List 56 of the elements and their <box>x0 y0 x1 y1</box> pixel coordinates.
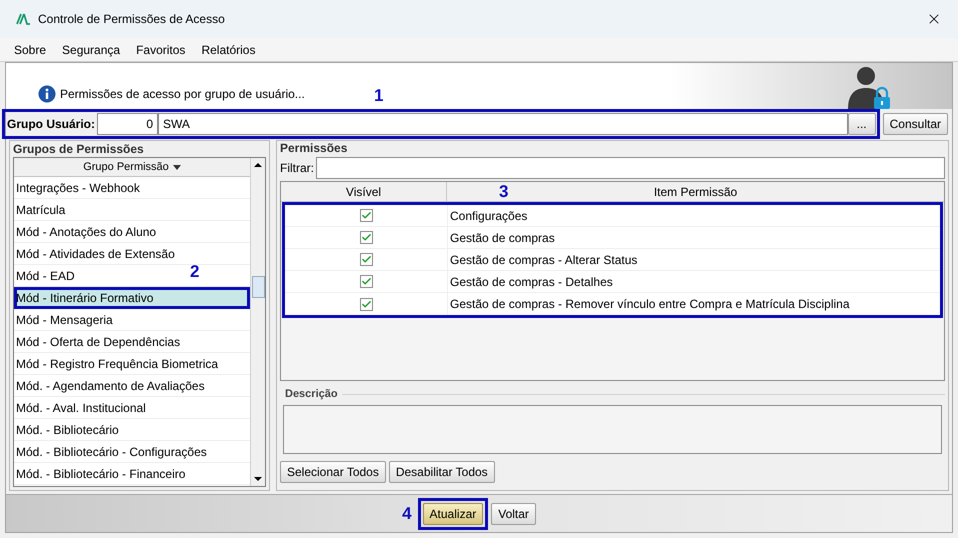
checkbox[interactable] <box>360 231 372 244</box>
table-cell-text: Configurações <box>449 208 528 224</box>
filter-label: Filtrar: <box>280 160 314 177</box>
table-cell-text: Gestão de compras <box>449 230 556 246</box>
scrollbar[interactable] <box>250 158 265 486</box>
column-header[interactable]: Item Permissão <box>654 182 738 200</box>
list-item[interactable]: Mód. - Bibliotecário - Financeiro <box>14 463 250 485</box>
field-label: Grupo Usuário: <box>7 116 96 133</box>
name-field[interactable]: SWA <box>158 113 848 135</box>
list-item[interactable]: Mód - Oferta de Dependências <box>14 331 250 353</box>
list-item[interactable]: Mód - Itinerário Formativo <box>14 287 250 309</box>
menu-item[interactable]: Segurança <box>62 40 120 58</box>
menu-item[interactable]: Sobre <box>14 40 46 58</box>
bulk-button[interactable]: Selecionar Todos <box>280 460 386 482</box>
table-cell-text: Gestão de compras - Alterar Status <box>449 252 638 268</box>
panel-title: Permissões <box>280 141 348 155</box>
panel-title: Grupos de Permissões <box>13 141 145 157</box>
annotation-number: 2 <box>190 263 200 280</box>
list-item[interactable]: Mód - Mensageria <box>14 309 250 331</box>
update-button[interactable]: Atualizar <box>422 502 484 524</box>
table-cell-text: Gestão de compras - Detalhes <box>449 274 614 290</box>
checkbox[interactable] <box>360 209 372 222</box>
list-item[interactable]: Mód. - Aval. Institucional <box>14 397 250 419</box>
browse-button[interactable]: ... <box>848 113 876 135</box>
annotation-number: 3 <box>499 183 508 200</box>
annotation-number: 1 <box>374 87 384 104</box>
list-item[interactable]: Mód. - Agendamento de Avaliações <box>14 375 250 397</box>
column-header[interactable]: Visível <box>281 182 447 201</box>
checkbox[interactable] <box>360 275 372 288</box>
menu-item[interactable]: Relatórios <box>201 40 256 58</box>
section-title: Descrição <box>284 387 338 402</box>
menu-item[interactable]: Favoritos <box>136 40 186 58</box>
list-item[interactable]: Mód - Registro Frequência Biometrica <box>14 353 250 375</box>
checkbox[interactable] <box>360 253 372 266</box>
checkbox[interactable] <box>360 298 372 310</box>
code-field[interactable]: 0 <box>97 113 158 135</box>
annotation-number: 4 <box>402 505 412 522</box>
window-title: Controle de Permissões de Acesso <box>38 11 226 28</box>
list-item[interactable]: Integrações - Webhook <box>14 177 250 199</box>
app-logo-icon <box>16 13 30 25</box>
list-item[interactable]: Mód - Anotações do Aluno <box>14 221 250 243</box>
description-field[interactable] <box>283 404 942 454</box>
list-item[interactable]: Mód - Atividades de Extensão <box>14 243 250 265</box>
scroll-thumb[interactable] <box>252 276 264 298</box>
table-cell-text: Gestão de compras - Remover vínculo entre Compra e Matrícula Disciplina <box>449 296 850 313</box>
search-button[interactable]: Consultar <box>882 113 948 135</box>
list-item[interactable]: Mód. - Bibliotecário - Configurações <box>14 441 250 463</box>
list-item[interactable]: Matrícula <box>14 199 250 221</box>
filter-field[interactable] <box>316 157 945 179</box>
list-item[interactable]: Mód. - Bibliotecário <box>14 419 250 441</box>
info-icon <box>38 85 56 103</box>
info-text: Permissões de acesso por grupo de usuário... <box>60 86 305 103</box>
sort-caret-icon <box>172 164 181 170</box>
back-button[interactable]: Voltar <box>491 502 536 524</box>
column-header[interactable]: Grupo Permissão <box>14 158 250 177</box>
bulk-button[interactable]: Desabilitar Todos <box>388 460 495 482</box>
